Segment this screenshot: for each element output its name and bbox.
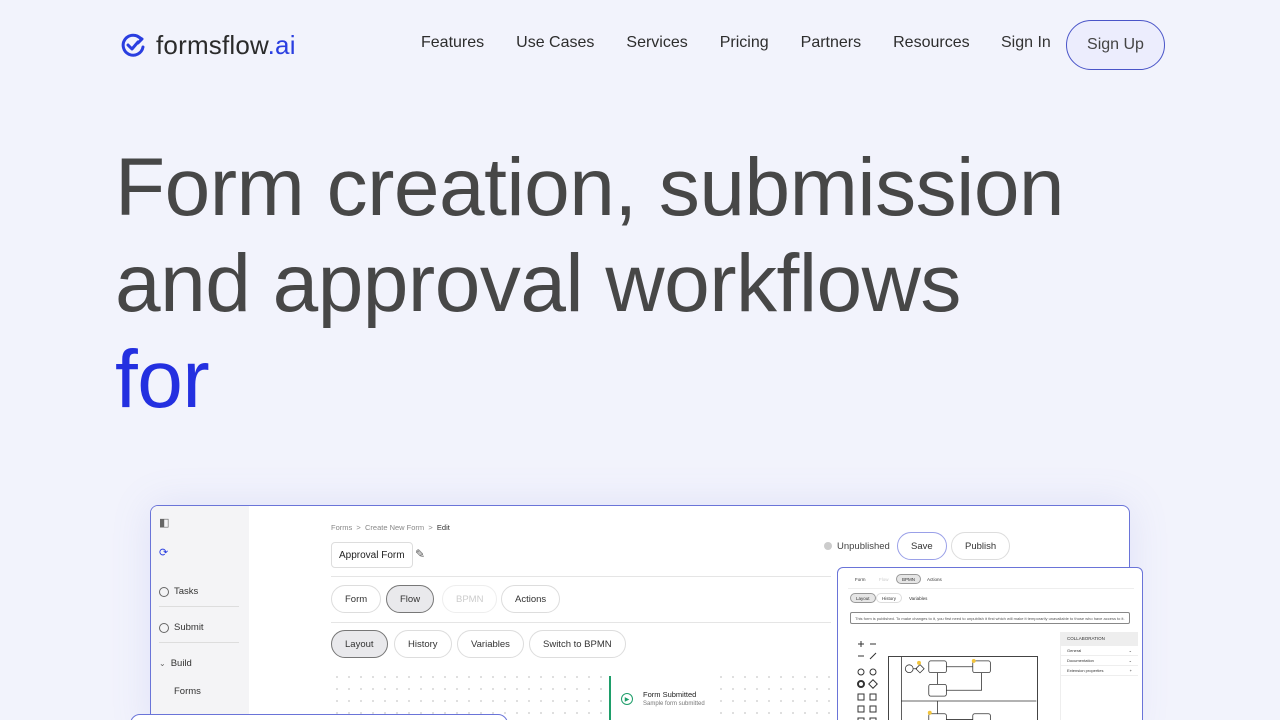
sidebar-item-submit: Submit: [159, 622, 204, 633]
save-button: Save: [897, 532, 947, 560]
sidebar-item-build: ⌄ Build: [159, 658, 192, 669]
hero-line-2: and approval workflows: [115, 238, 961, 329]
nav-link-use-cases[interactable]: Use Cases: [500, 34, 610, 52]
bpmn-overlay-preview: Form Flow BPMN Actions Layout History Va…: [837, 567, 1143, 720]
sidebar-item-forms: Forms: [174, 686, 201, 697]
props-row-documentation: Documentation ⌄: [1061, 656, 1138, 666]
hero-line-3: for: [115, 334, 210, 425]
divider: [159, 606, 239, 607]
publish-button: Publish: [951, 532, 1011, 560]
sidebar-toggle-icon: ◧: [159, 517, 170, 529]
tab-form: Form: [331, 585, 382, 613]
flow-node: ▶ Form Submitted Sample form submitted: [609, 676, 719, 720]
tab-flow: Flow: [386, 585, 435, 613]
brand-name: formsflow.ai: [156, 29, 296, 60]
sign-up-button[interactable]: Sign Up: [1066, 20, 1165, 70]
subtab-layout: Layout: [850, 593, 876, 603]
tab-form: Form: [855, 576, 866, 582]
tab-flow: Flow: [879, 576, 889, 582]
divider: [848, 588, 1134, 589]
bottom-card-edge: [130, 714, 508, 720]
divider: [159, 642, 239, 643]
brand-logo[interactable]: formsflow.ai: [118, 28, 296, 62]
props-row-general: General ⌄: [1061, 646, 1138, 656]
tab-actions: Actions: [927, 576, 942, 582]
breadcrumb: Forms > Create New Form > Edit: [331, 523, 450, 532]
bpmn-diagram: [888, 656, 1038, 720]
tab-bpmn: BPMN: [442, 585, 498, 613]
divider: [331, 576, 831, 577]
nav-link-features[interactable]: Features: [405, 34, 500, 52]
nav-links: Features Use Cases Services Pricing Part…: [405, 34, 986, 52]
divider: [331, 622, 831, 623]
switch-to-bpmn-button: Switch to BPMN: [529, 630, 626, 658]
sign-in-link[interactable]: Sign In: [1001, 34, 1051, 52]
hero-line-1: Form creation, submission: [115, 142, 1065, 233]
hero-heading: Form creation, submission and approval w…: [115, 140, 1175, 428]
props-row-extension: Extension properties +: [1061, 666, 1138, 676]
form-name-field: Approval Form: [331, 542, 413, 568]
properties-panel: COLLABORATION General ⌄ Documentation ⌄ Ex…: [1060, 632, 1138, 720]
play-icon: ▶: [621, 693, 633, 705]
top-nav: formsflow.ai Features Use Cases Services…: [0, 0, 1280, 88]
nav-link-pricing[interactable]: Pricing: [704, 34, 785, 52]
nav-link-resources[interactable]: Resources: [877, 34, 985, 52]
refresh-check-icon: [121, 33, 145, 57]
status-badge: Unpublished: [811, 532, 903, 560]
tab-bpmn: BPMN: [896, 574, 922, 584]
upload-icon: [159, 622, 169, 633]
check-circle-icon: [159, 586, 169, 597]
subtab-variables: Variables: [457, 630, 524, 658]
logo-icon: ⟳: [159, 547, 169, 559]
properties-header: COLLABORATION: [1061, 632, 1138, 646]
nav-link-services[interactable]: Services: [610, 34, 703, 52]
preview-sidebar: ◧ ⟳ Tasks Submit ⌄ Build Forms: [151, 506, 249, 720]
bpmn-toolbox: [857, 641, 878, 720]
subtab-history: History: [876, 593, 903, 603]
subtab-variables: Variables: [909, 595, 928, 601]
nav-link-partners[interactable]: Partners: [785, 34, 877, 52]
subtab-layout: Layout: [331, 630, 388, 658]
pencil-icon: ✎: [415, 547, 426, 561]
flow-canvas: [331, 671, 831, 720]
subtab-history: History: [394, 630, 452, 658]
published-banner: This form is published. To make changes …: [850, 612, 1130, 624]
sidebar-item-tasks: Tasks: [159, 586, 198, 597]
chevron-down-icon: ⌄: [159, 659, 166, 668]
tab-actions: Actions: [501, 585, 561, 613]
